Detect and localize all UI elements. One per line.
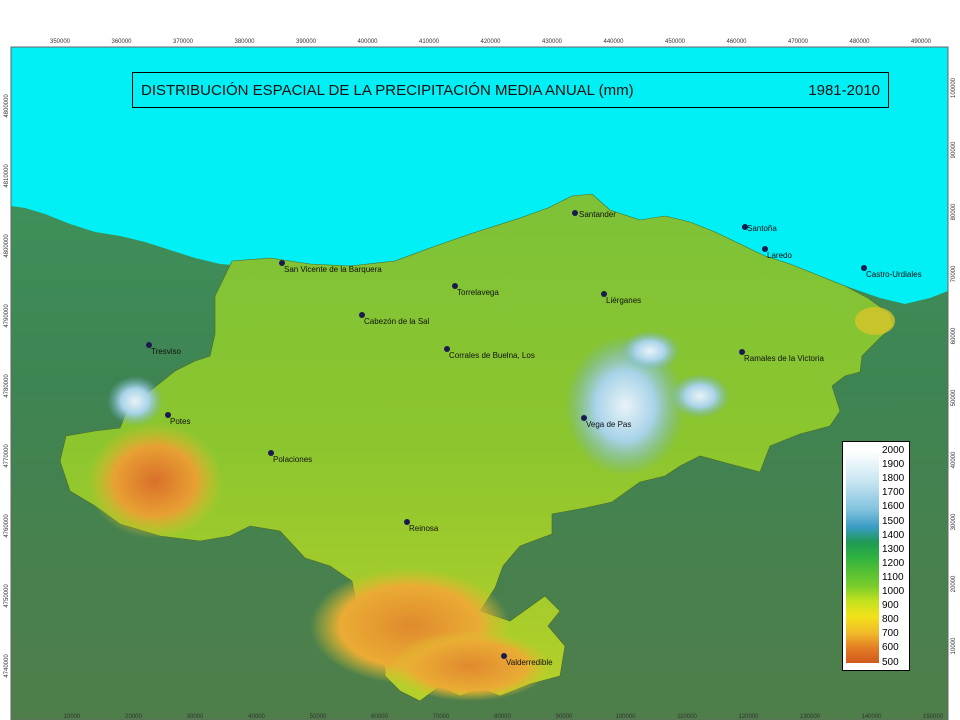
town-label: Ramales de la Victoria: [744, 354, 824, 363]
tick-label: 90000: [556, 714, 573, 720]
tick-label: 140000: [861, 714, 882, 720]
town-label: Polaciones: [273, 455, 312, 464]
tick-label: 410000: [419, 39, 440, 45]
tick-label: 490000: [911, 39, 932, 45]
tick-label: 350000: [50, 39, 71, 45]
legend-label: 1300: [882, 543, 905, 555]
legend-color-ramp: [846, 451, 879, 663]
tick-label: 480000: [849, 39, 870, 45]
town-label: Santoña: [747, 224, 777, 233]
tick-label: 4770000: [4, 444, 10, 468]
tick-label: 4760000: [4, 514, 10, 538]
tick-label: 430000: [542, 39, 563, 45]
tick-label: 40000: [951, 451, 957, 468]
wet-zone-east: [670, 374, 730, 418]
tick-label: 20000: [125, 714, 142, 720]
dry-zone-liebana: [87, 423, 223, 539]
legend-label: 1200: [882, 557, 905, 569]
wet-zone-liérganes: [620, 331, 680, 371]
legend-label: 1600: [882, 501, 905, 513]
tick-label: 470000: [788, 39, 809, 45]
tick-label: 70000: [433, 714, 450, 720]
tick-label: 90000: [951, 141, 957, 158]
map-title-box: DISTRIBUCIÓN ESPACIAL DE LA PRECIPITACIÓ…: [132, 72, 889, 108]
tick-label: 10000: [951, 637, 957, 654]
town-label: Liérganes: [606, 296, 641, 305]
town-label: Torrelavega: [457, 288, 499, 297]
tick-label: 400000: [357, 39, 378, 45]
legend-label: 1900: [882, 459, 905, 471]
tick-label: 4800000: [4, 234, 10, 258]
legend-label: 800: [882, 614, 899, 626]
town-label: Valderredible: [506, 658, 553, 667]
legend-label: 1800: [882, 473, 905, 485]
legend-label: 600: [882, 642, 899, 654]
tick-label: 450000: [665, 39, 686, 45]
tick-label: 50000: [310, 714, 327, 720]
legend-label: 700: [882, 628, 899, 640]
legend-label: 500: [882, 656, 899, 668]
tick-label: 420000: [480, 39, 501, 45]
town-label: Tresviso: [151, 347, 181, 356]
map-period: 1981-2010: [808, 81, 880, 99]
legend-label: 900: [882, 600, 899, 612]
legend-label: 1700: [882, 487, 905, 499]
tick-label: 20000: [951, 575, 957, 592]
tick-label: 150000: [923, 714, 944, 720]
tick-label: 100000: [951, 77, 957, 98]
town-label: San Vicente de la Barquera: [284, 265, 382, 274]
legend-label: 1000: [882, 586, 905, 597]
town-label: Potes: [170, 417, 190, 426]
town-label: Vega de Pas: [586, 420, 631, 429]
tick-label: 4810000: [4, 164, 10, 188]
town-label: Corrales de Buelna, Los: [449, 351, 535, 360]
legend-label: 2000: [882, 445, 905, 456]
tick-label: 130000: [800, 714, 821, 720]
tick-label: 370000: [173, 39, 194, 45]
map-title: DISTRIBUCIÓN ESPACIAL DE LA PRECIPITACIÓ…: [141, 81, 634, 99]
dry-zone-castro: [855, 307, 895, 335]
town-label: Cabezón de la Sal: [364, 317, 430, 326]
tick-label: 360000: [111, 39, 132, 45]
tick-label: 60000: [951, 327, 957, 344]
tick-label: 110000: [677, 714, 697, 720]
tick-label: 30000: [951, 513, 957, 530]
map-frame: 350000 360000 370000 380000 390000 400000 4100…: [0, 36, 960, 720]
tick-label: 50000: [951, 389, 957, 406]
tick-label: 100000: [615, 714, 636, 720]
tick-label: 4800000: [4, 94, 10, 118]
town-label: Laredo: [767, 251, 792, 260]
legend-label: 1400: [882, 529, 905, 541]
tick-label: 60000: [371, 714, 388, 720]
tick-label: 70000: [951, 265, 957, 282]
town-label: Castro-Urdiales: [866, 270, 922, 279]
tick-label: 10000: [64, 714, 81, 720]
legend-label: 1100: [882, 571, 904, 583]
town-label: Reinosa: [409, 524, 439, 533]
tick-label: 390000: [296, 39, 317, 45]
tick-label: 4750000: [4, 584, 10, 608]
tick-label: 460000: [726, 39, 747, 45]
tick-label: 30000: [187, 714, 204, 720]
wet-zone-tresviso: [107, 376, 163, 426]
tick-label: 80000: [951, 203, 957, 220]
town-marker: [572, 210, 578, 216]
tick-label: 40000: [248, 714, 265, 720]
tick-label: 120000: [738, 714, 759, 720]
precipitation-legend: 2000 1900 1800 1700 1600 1500 1400 1300 1200 1100…: [842, 441, 910, 671]
tick-label: 440000: [603, 39, 624, 45]
tick-label: 380000: [234, 39, 255, 45]
town-label: Santander: [579, 210, 616, 219]
legend-label: 1500: [882, 515, 905, 527]
tick-label: 4740000: [4, 654, 10, 678]
tick-label: 80000: [494, 714, 511, 720]
tick-label: 4790000: [4, 304, 10, 328]
tick-label: 4780000: [4, 374, 10, 398]
precipitation-map: 350000 360000 370000 380000 390000 400000 4100…: [4, 39, 957, 720]
